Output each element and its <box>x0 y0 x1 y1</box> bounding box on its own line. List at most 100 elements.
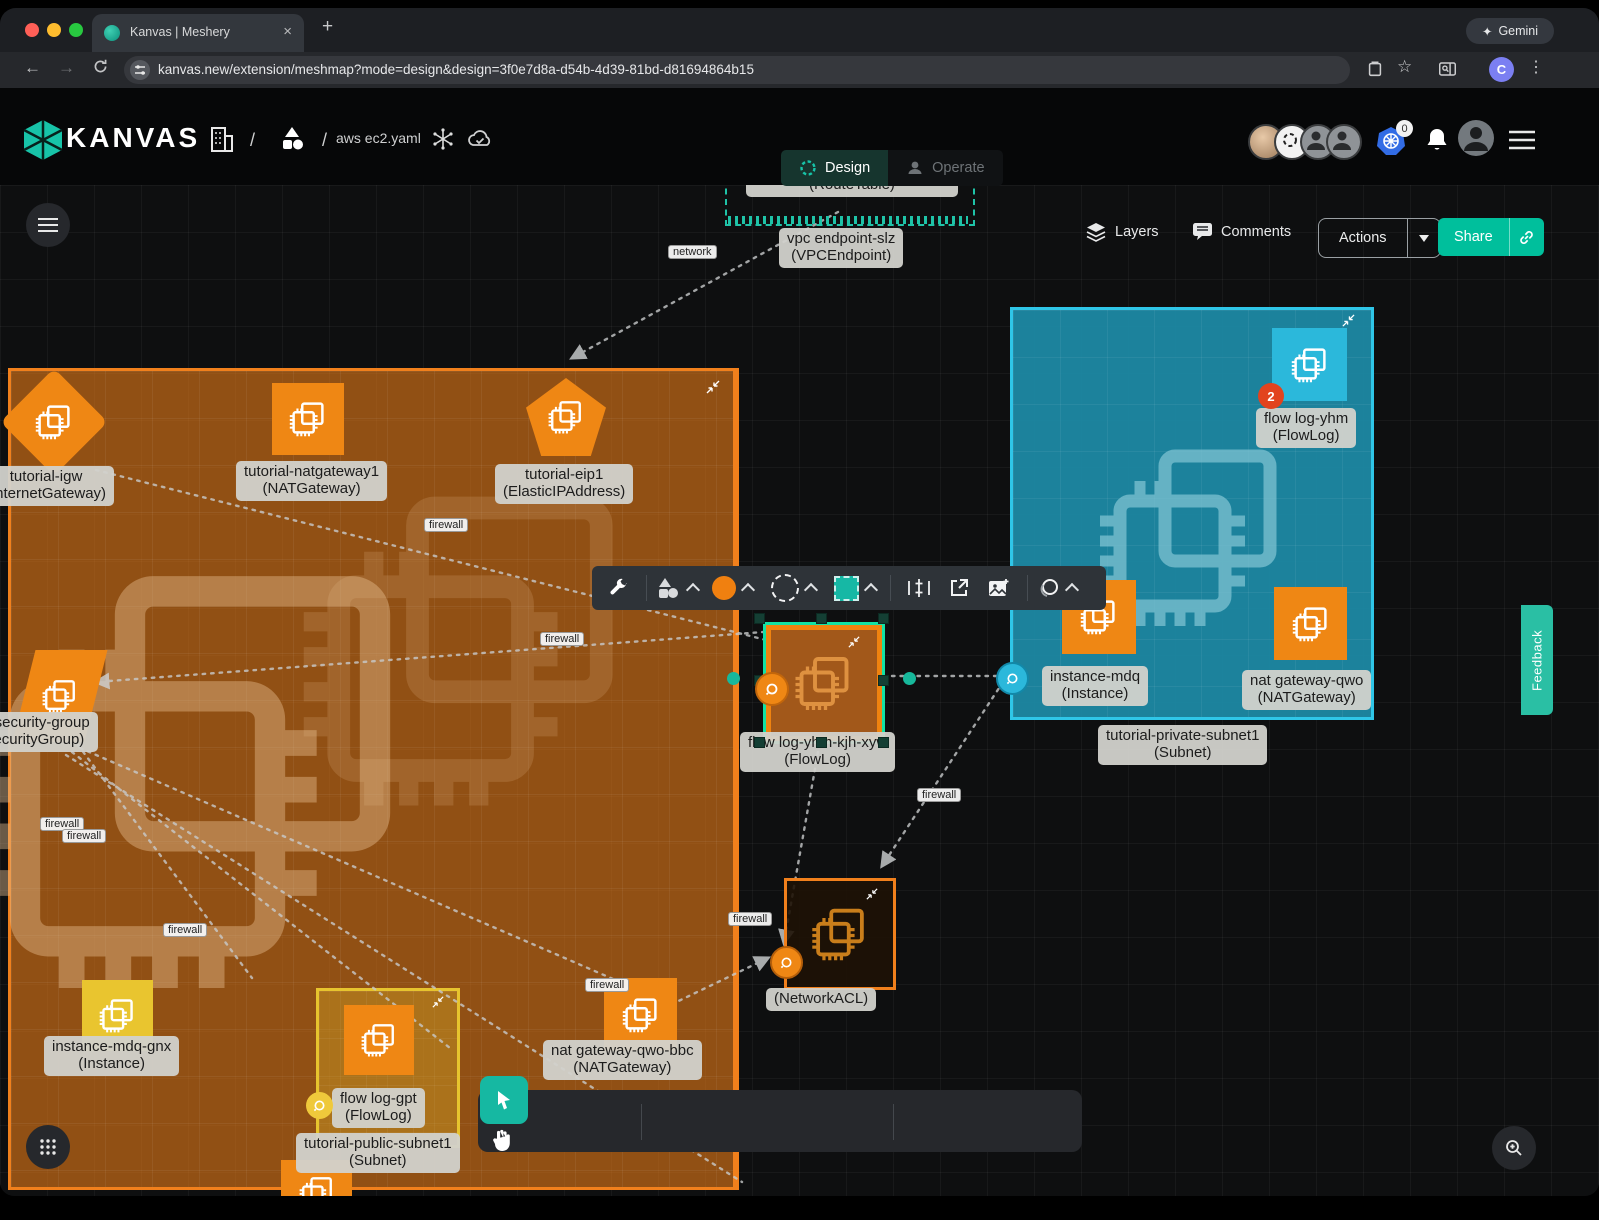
actions-button[interactable]: Actions <box>1318 218 1441 258</box>
apps-grid-button[interactable] <box>26 1125 70 1169</box>
zoom-canvas-button[interactable] <box>1492 1126 1536 1170</box>
resize-width-button[interactable] <box>899 566 939 610</box>
fill-color-button[interactable] <box>712 566 753 610</box>
collaborator-avatar-2[interactable] <box>1326 124 1362 160</box>
tab-design[interactable]: Design <box>781 150 888 186</box>
notifications-bell-icon[interactable] <box>1424 126 1450 154</box>
design-file-name[interactable]: aws ec2.yaml <box>336 130 421 146</box>
close-tab-icon[interactable]: × <box>283 23 292 40</box>
browser-profile-avatar[interactable]: C <box>1489 57 1514 82</box>
feedback-tab[interactable]: Feedback <box>1521 605 1553 715</box>
back-button[interactable]: ← <box>24 58 41 78</box>
flow-log-kjh-badge[interactable] <box>755 672 789 706</box>
organization-icon[interactable] <box>206 124 236 154</box>
public-subnet-collapse-icon[interactable] <box>432 996 444 1008</box>
canvas-menu-button[interactable] <box>26 203 70 247</box>
node-flow-log-gpt[interactable] <box>344 1005 414 1075</box>
node-label-natgw1[interactable]: tutorial-natgateway1(NATGateway) <box>236 461 387 501</box>
port-dot-right[interactable] <box>903 672 916 685</box>
operate-mode-icon <box>906 159 924 177</box>
chevron-up-icon <box>686 582 700 596</box>
node-label-natgw-qwo[interactable]: nat gateway-qwo(NATGateway) <box>1242 670 1371 710</box>
pan-tool-button[interactable] <box>489 1127 515 1153</box>
comments-button[interactable]: Comments <box>1192 222 1291 241</box>
kanvas-logo-icon <box>22 118 64 162</box>
node-label-natgw-bbc[interactable]: nat gateway-qwo-bbc(NATGateway) <box>543 1040 702 1080</box>
site-settings-icon[interactable] <box>130 60 150 80</box>
subnet-edge-badge[interactable] <box>996 662 1029 695</box>
select-tool-button[interactable] <box>480 1076 528 1124</box>
user-avatar[interactable] <box>1458 120 1494 156</box>
selection-handle[interactable] <box>754 613 765 624</box>
node-label-private-subnet[interactable]: tutorial-private-subnet1(Subnet) <box>1098 725 1267 765</box>
kanvas-logotype: KANVAS <box>66 122 200 154</box>
port-dot-left[interactable] <box>727 672 740 685</box>
forward-button[interactable]: → <box>58 58 75 78</box>
selection-handle[interactable] <box>878 675 889 686</box>
save-page-icon[interactable] <box>1366 60 1384 78</box>
snowflake-icon[interactable] <box>432 128 454 150</box>
node-label-instance-gnx[interactable]: instance-mdq-gnx(Instance) <box>44 1036 179 1076</box>
chip-icon <box>618 992 664 1038</box>
bookmark-star-icon[interactable]: ☆ <box>1397 57 1412 77</box>
node-label-flow-log-gpt[interactable]: flow log-gpt(FlowLog) <box>332 1088 425 1128</box>
browser-menu-icon[interactable]: ⋮ <box>1528 57 1544 77</box>
shape-color-button[interactable] <box>834 566 876 610</box>
tab-title: Kanvas | Meshery <box>130 25 230 39</box>
node-label-igw[interactable]: tutorial-igw(InternetGateway) <box>0 466 114 506</box>
share-link-icon[interactable] <box>1510 229 1544 246</box>
flow-log-gpt-badge[interactable] <box>306 1092 333 1119</box>
shapes-icon <box>655 576 681 600</box>
cloud-sync-icon[interactable] <box>466 128 494 150</box>
selection-handle[interactable] <box>816 613 827 624</box>
node-label-network-acl[interactable]: (NetworkACL) <box>766 988 876 1011</box>
configure-tool-button[interactable] <box>598 566 638 610</box>
node-label-security-group[interactable]: al-security-groupSecurityGroup) <box>0 712 98 752</box>
tool-dock <box>478 1090 1082 1152</box>
close-window-button[interactable] <box>25 23 39 37</box>
add-image-button[interactable] <box>979 566 1019 610</box>
app-menu-icon[interactable] <box>1508 130 1536 150</box>
selection-handle[interactable] <box>816 737 827 748</box>
browser-tab[interactable]: Kanvas | Meshery × <box>92 14 304 52</box>
address-bar[interactable]: kanvas.new/extension/meshmap?mode=design… <box>124 56 1350 84</box>
tab-operate[interactable]: Operate <box>888 150 1002 186</box>
edge-label-firewall: firewall <box>540 632 584 646</box>
layers-button[interactable]: Layers <box>1085 222 1159 242</box>
subnet-collapse-icon[interactable] <box>1342 314 1355 327</box>
node-label-flow-log-yhm[interactable]: flow log-yhm(FlowLog) <box>1256 408 1356 448</box>
shapes-tool-button[interactable] <box>655 566 698 610</box>
new-tab-button[interactable]: + <box>322 16 333 38</box>
selection-handle[interactable] <box>878 613 889 624</box>
edge-label-firewall: firewall <box>585 978 629 992</box>
node-label-eip1[interactable]: tutorial-eip1(ElasticIPAddress) <box>495 464 633 504</box>
flow-log-kjh-collapse-icon[interactable] <box>848 636 860 648</box>
ellipse-tool-button[interactable] <box>1036 566 1077 610</box>
network-acl-collapse-icon[interactable] <box>866 888 878 900</box>
node-nat-gateway-1[interactable] <box>272 383 344 455</box>
node-label-instance-mdq[interactable]: instance-mdq(Instance) <box>1042 666 1148 706</box>
node-network-acl[interactable] <box>784 878 896 990</box>
edge-label-firewall: firewall <box>163 923 207 937</box>
width-icon <box>907 578 931 598</box>
actions-caret[interactable] <box>1408 230 1440 247</box>
zoom-window-button[interactable] <box>69 23 83 37</box>
selection-handle[interactable] <box>754 737 765 748</box>
node-nat-gateway-qwo[interactable] <box>1274 587 1347 660</box>
node-label-public-subnet[interactable]: tutorial-public-subnet1(Subnet) <box>296 1133 460 1173</box>
reload-button[interactable] <box>92 58 109 75</box>
node-label-vpc-endpoint[interactable]: vpc endpoint-slz(VPCEndpoint) <box>779 228 903 268</box>
minimize-window-button[interactable] <box>47 23 61 37</box>
open-external-button[interactable] <box>939 566 979 610</box>
vpc-collapse-icon[interactable] <box>706 380 720 394</box>
chevron-up-icon <box>741 582 755 596</box>
border-style-button[interactable] <box>771 566 816 610</box>
share-button[interactable]: Share <box>1438 218 1544 256</box>
side-panel-search-icon[interactable] <box>1438 60 1457 78</box>
node-flow-log-yhm[interactable] <box>1272 328 1347 401</box>
network-acl-badge[interactable] <box>770 946 803 979</box>
gemini-button[interactable]: ✦ Gemini <box>1466 18 1554 44</box>
selection-handle[interactable] <box>878 737 889 748</box>
designs-icon[interactable] <box>276 124 308 154</box>
flow-log-yhm-count-badge[interactable]: 2 <box>1258 383 1284 409</box>
